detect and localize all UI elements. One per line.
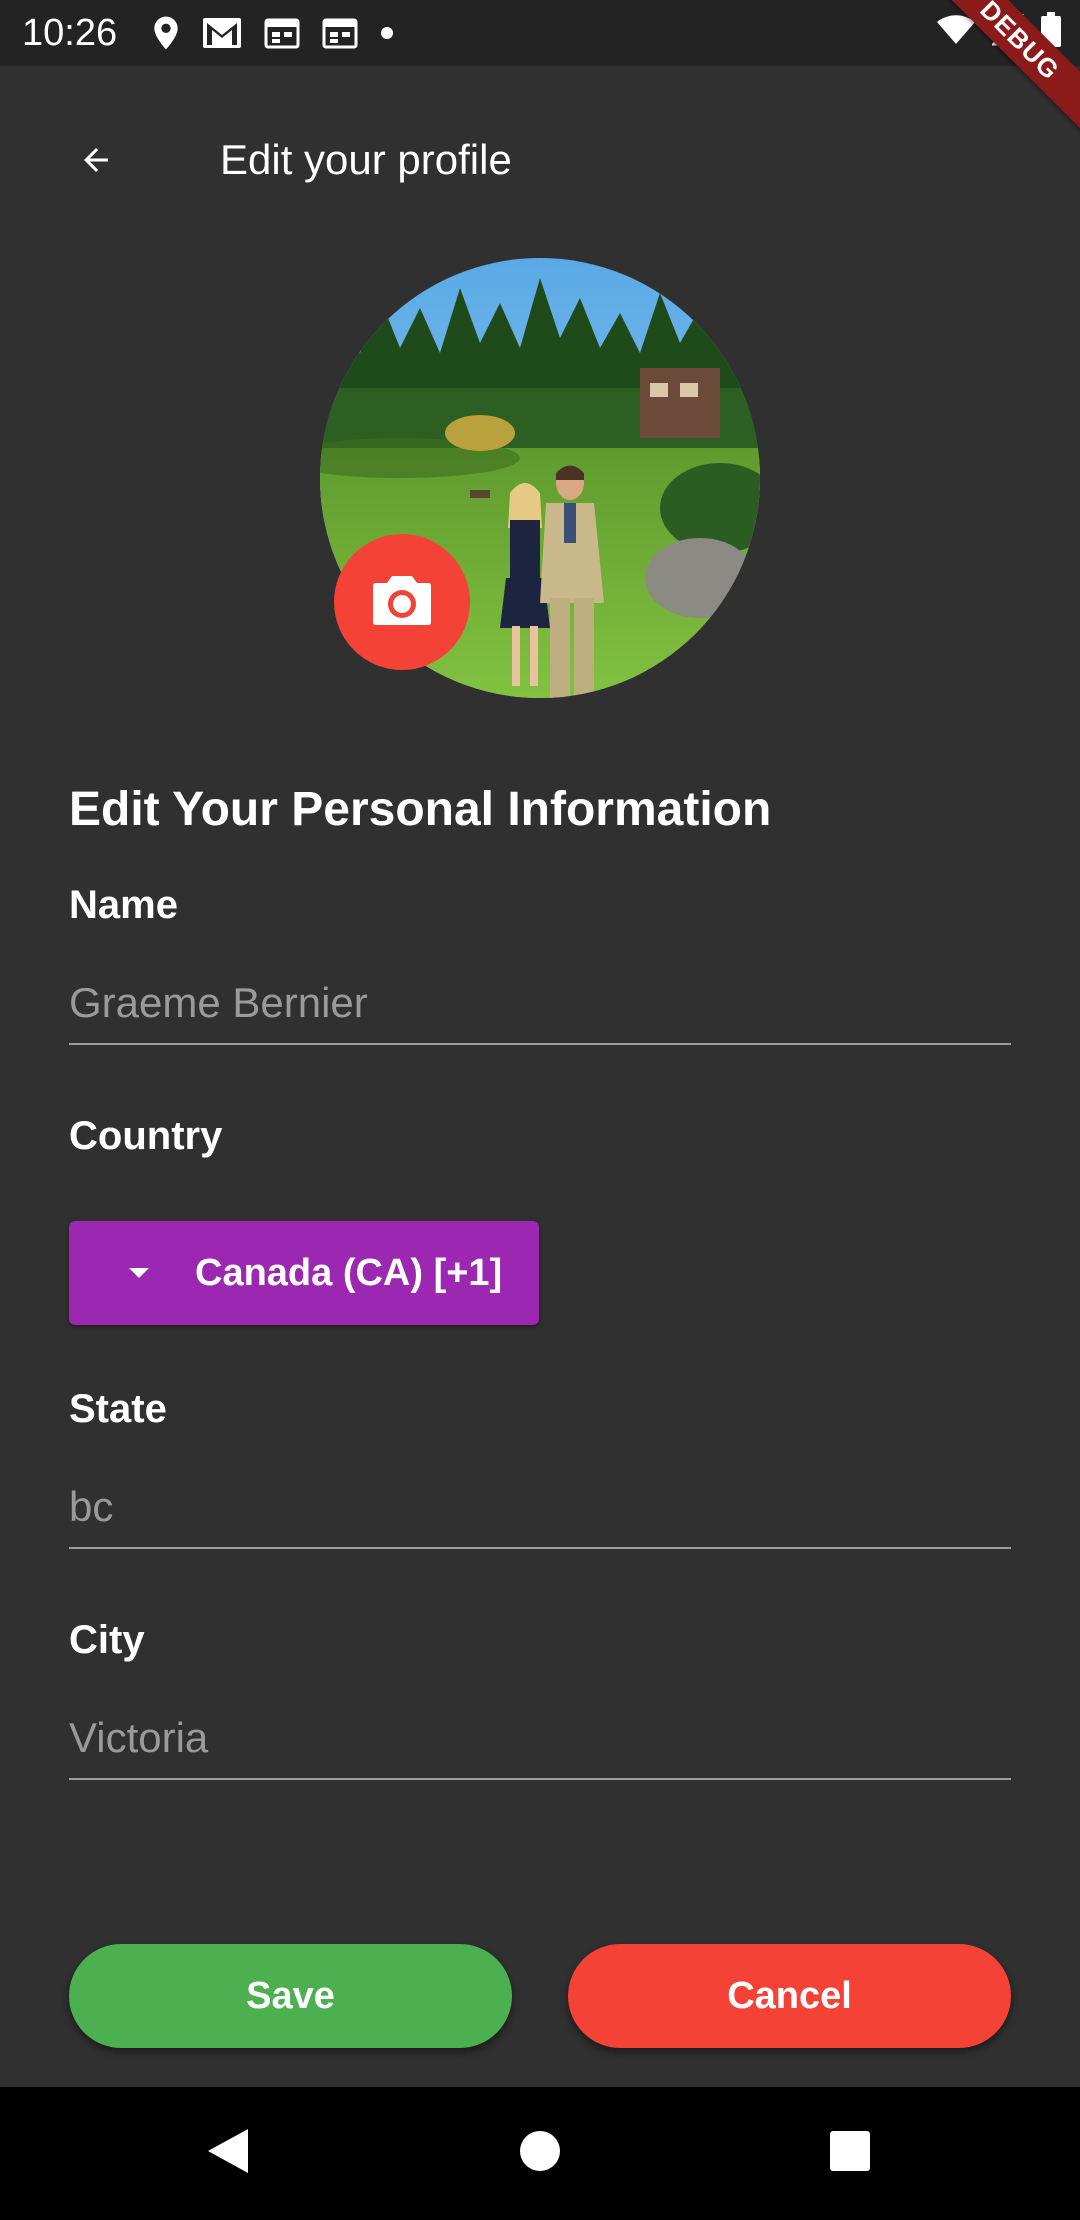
app-bar: Edit your profile (0, 66, 1080, 254)
name-label: Name (69, 883, 178, 927)
status-notification-icons (152, 14, 394, 52)
nav-recents-button[interactable] (818, 2121, 882, 2185)
triangle-down-icon (125, 1259, 153, 1287)
arrow-left-icon (78, 142, 114, 183)
state-label: State (69, 1387, 167, 1431)
status-time: 10:26 (22, 12, 118, 54)
calendar-icon (264, 17, 300, 49)
edit-profile-screen: 10:26 DEBUG Edit your profile Edit Your … (0, 0, 1080, 2220)
name-field[interactable] (69, 963, 1011, 1045)
save-button[interactable]: Save (69, 1944, 512, 2048)
status-bar: 10:26 DEBUG (0, 0, 1080, 139)
nav-home-button[interactable] (508, 2121, 572, 2185)
location-icon (152, 15, 180, 51)
change-photo-button[interactable] (334, 534, 470, 670)
more-notifications-dot-icon (380, 26, 394, 40)
back-button[interactable] (60, 126, 132, 198)
city-field[interactable] (69, 1698, 1011, 1780)
country-picker-button[interactable]: Canada (CA) [+1] (69, 1221, 539, 1325)
nav-home-icon (518, 2129, 562, 2178)
cancel-button[interactable]: Cancel (568, 1944, 1011, 2048)
nav-back-icon (206, 2127, 250, 2180)
calendar-icon-2 (322, 17, 358, 49)
section-title: Edit Your Personal Information (69, 783, 772, 836)
avatar-section (320, 258, 760, 698)
nav-recents-icon (829, 2130, 871, 2177)
city-label: City (69, 1618, 145, 1662)
system-navigation-bar (0, 2087, 1080, 2220)
gmail-icon (202, 17, 242, 49)
camera-icon (372, 574, 432, 631)
nav-back-button[interactable] (196, 2121, 260, 2185)
country-label: Country (69, 1114, 223, 1158)
country-selected-value: Canada (CA) [+1] (195, 1252, 503, 1294)
page-title: Edit your profile (220, 136, 512, 183)
state-field[interactable] (69, 1467, 1011, 1549)
